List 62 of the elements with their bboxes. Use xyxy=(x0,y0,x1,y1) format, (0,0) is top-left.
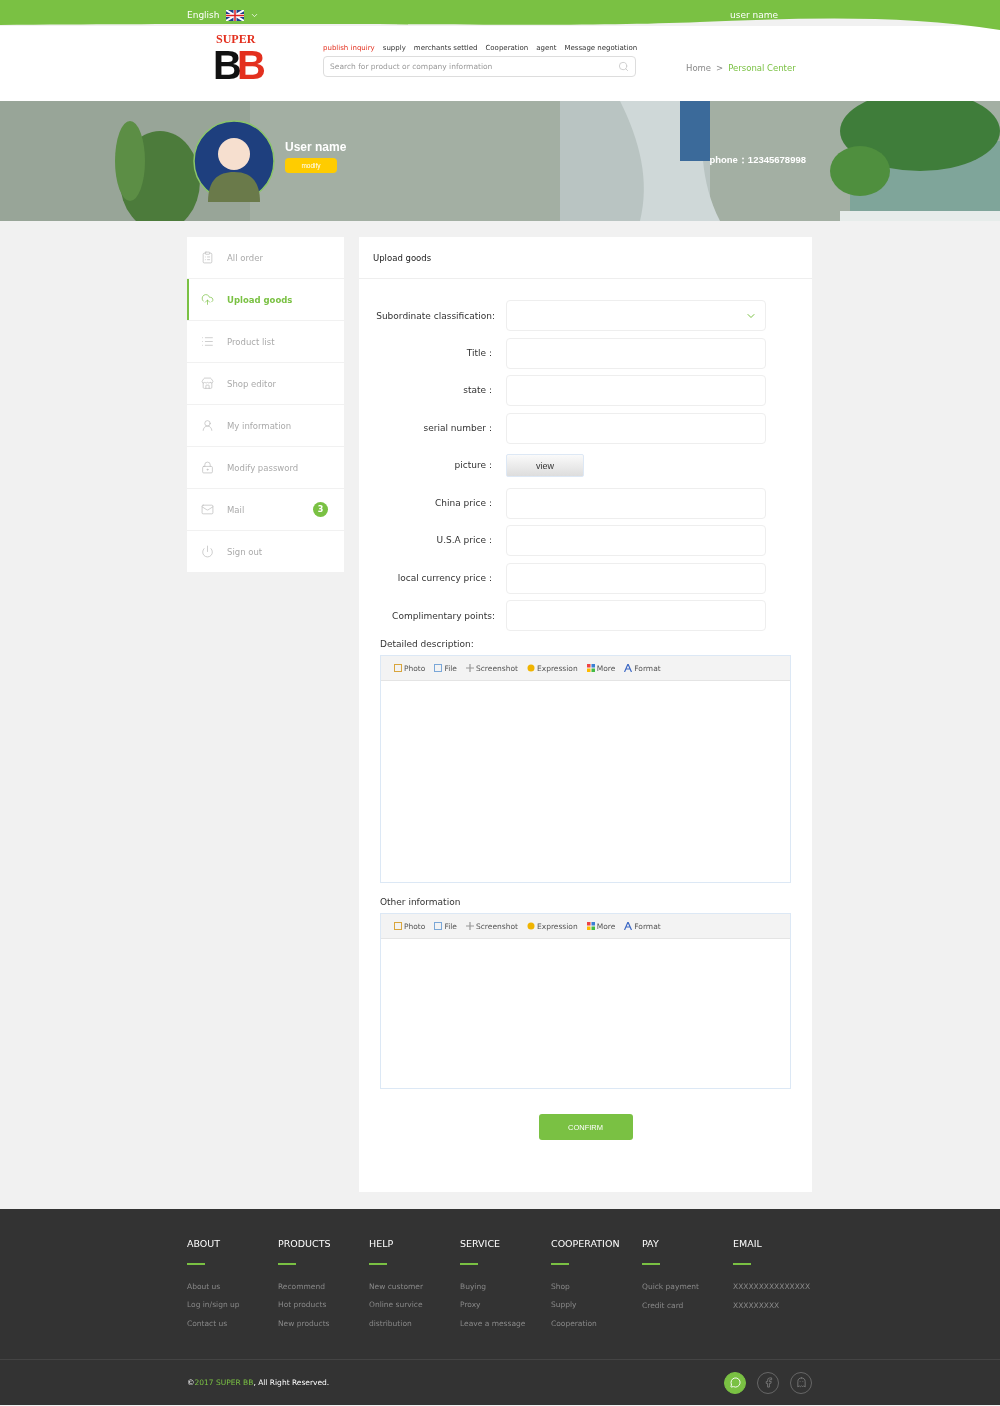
file-icon xyxy=(434,664,443,672)
lock-icon xyxy=(201,461,214,474)
language-selector[interactable]: English xyxy=(187,10,220,20)
photo-icon xyxy=(394,664,402,672)
power-icon xyxy=(201,545,214,558)
chat-bubble-icon xyxy=(729,1377,741,1388)
field-label: serial number： xyxy=(422,421,495,435)
list-icon xyxy=(201,335,214,348)
breadcrumb-item[interactable]: > xyxy=(716,63,724,73)
footer-heading: PRODUCTS xyxy=(278,1238,332,1249)
store-icon xyxy=(201,377,214,390)
smiley-icon xyxy=(526,922,535,930)
sidebar-item[interactable]: Modify password xyxy=(187,447,344,488)
footer-heading: HELP xyxy=(369,1238,395,1249)
footer-heading: ABOUT xyxy=(187,1238,222,1249)
field-label: Complimentary points: xyxy=(391,610,495,621)
letter-a-icon xyxy=(624,922,633,930)
phone-number: phone：12345678998 xyxy=(709,154,806,167)
count-badge: 3 xyxy=(313,502,328,517)
panel-title: Upload goods xyxy=(359,237,812,279)
breadcrumb-item[interactable]: Home xyxy=(686,63,712,73)
field-label: state： xyxy=(462,384,495,397)
social-button[interactable] xyxy=(724,1371,746,1394)
field-label: local currency price： xyxy=(396,571,495,585)
field-label: U.S.A price： xyxy=(435,534,495,547)
sidebar-item[interactable]: Sign out xyxy=(187,531,344,572)
field-label: Other information xyxy=(380,897,462,907)
footer-heading: SERVICE xyxy=(460,1238,502,1249)
breadcrumb-item[interactable]: Personal Center xyxy=(728,63,796,73)
cloud-upload-icon xyxy=(201,293,214,306)
user-icon xyxy=(201,419,214,432)
field-label: Subordinate classification: xyxy=(375,310,495,321)
footer-heading: PAY xyxy=(642,1238,660,1249)
grid-icon xyxy=(586,664,595,672)
user-name: User name xyxy=(285,139,347,154)
crosshair-icon xyxy=(465,922,474,930)
photo-icon xyxy=(394,922,402,930)
letter-a-icon xyxy=(624,664,633,672)
field-label: Detailed description: xyxy=(380,639,475,649)
logo[interactable]: SUPER BB xyxy=(213,33,275,95)
flag-icon xyxy=(225,9,244,21)
field-label: picture： xyxy=(453,459,495,472)
sidebar-item[interactable]: All order xyxy=(187,237,344,278)
sidebar-item[interactable]: Upload goods xyxy=(187,279,344,320)
sidebar-item[interactable]: Mail 3 xyxy=(187,489,344,530)
grid-icon xyxy=(586,922,595,930)
select-field[interactable] xyxy=(506,300,766,331)
footer-heading: COOPERATION xyxy=(551,1238,621,1249)
sidebar-item[interactable]: My information xyxy=(187,405,344,446)
footer-heading: EMAIL xyxy=(733,1238,763,1249)
user-name-link[interactable]: user name xyxy=(730,10,778,20)
crosshair-icon xyxy=(465,664,474,672)
file-icon xyxy=(434,922,443,930)
search-icon[interactable] xyxy=(618,61,629,72)
smiley-icon xyxy=(526,664,535,672)
field-label: China price： xyxy=(434,496,495,510)
sidebar-item[interactable]: Shop editor xyxy=(187,363,344,404)
view-button[interactable]: view xyxy=(506,454,584,477)
sidebar-item[interactable]: Product list xyxy=(187,321,344,362)
mail-icon xyxy=(201,503,214,516)
field-label: Title： xyxy=(465,346,495,360)
clipboard-icon xyxy=(201,251,214,264)
